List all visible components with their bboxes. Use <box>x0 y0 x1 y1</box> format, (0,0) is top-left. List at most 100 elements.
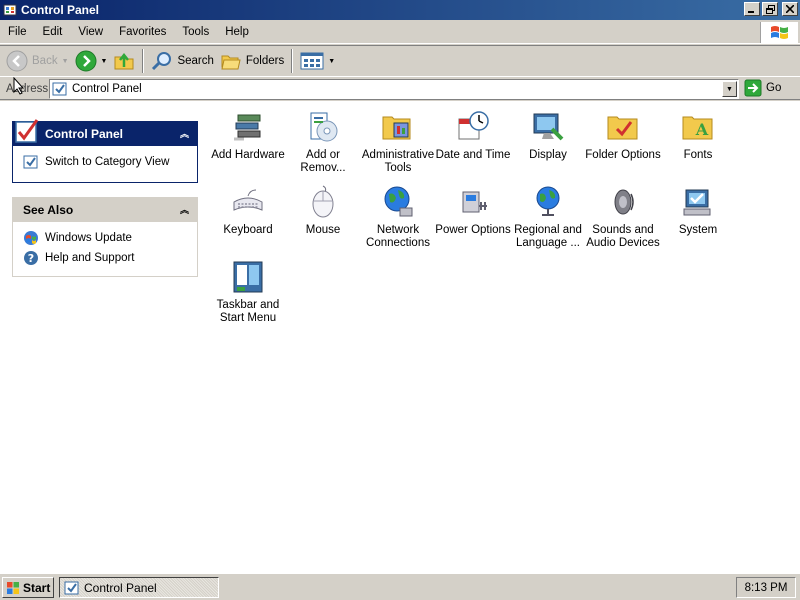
item-label: Fonts <box>683 149 713 161</box>
start-label: Start <box>23 580 51 595</box>
folders-icon <box>221 55 241 70</box>
menu-bar: File Edit View Favorites Tools Help <box>0 20 800 44</box>
svg-text:A: A <box>695 120 709 139</box>
item-regional-language[interactable]: Regional and Language ... <box>510 180 586 250</box>
system-icon <box>683 189 711 216</box>
go-arrow-icon <box>744 79 762 97</box>
restore-button[interactable] <box>762 2 778 16</box>
views-button[interactable]: ▼ <box>297 48 338 74</box>
windows-logo <box>760 22 798 43</box>
forward-button[interactable]: ▼ <box>72 48 111 74</box>
address-dropdown-button[interactable]: ▼ <box>722 81 737 97</box>
minimize-button[interactable] <box>744 2 760 16</box>
taskbar-start-menu-icon <box>233 261 263 293</box>
up-button[interactable] <box>110 48 138 74</box>
menu-favorites[interactable]: Favorites <box>111 26 174 38</box>
windows-flag-icon <box>7 581 19 594</box>
menu-help[interactable]: Help <box>217 26 257 38</box>
switch-category-view-link[interactable]: Switch to Category View <box>23 152 187 172</box>
see-also-title: See Also <box>23 203 74 217</box>
item-label: Sounds and Audio Devices <box>586 224 660 249</box>
item-label: Folder Options <box>585 149 661 161</box>
item-label: Administrative Tools <box>361 149 435 174</box>
help-support-link[interactable]: ? Help and Support <box>23 248 187 268</box>
forward-arrow-icon <box>75 50 97 72</box>
help-icon: ? <box>24 251 38 265</box>
item-folder-options[interactable]: Folder Options <box>585 105 661 162</box>
item-power-options[interactable]: Power Options <box>435 180 511 237</box>
control-panel-icon <box>23 155 38 169</box>
chevron-down-icon[interactable]: ▼ <box>328 58 335 65</box>
item-mouse[interactable]: Mouse <box>285 180 361 237</box>
item-fonts[interactable]: A Fonts <box>660 105 736 162</box>
menu-view[interactable]: View <box>70 26 111 38</box>
address-bar: Address Control Panel ▼ Go <box>0 78 800 100</box>
power-options-icon <box>462 191 487 213</box>
control-panel-icon <box>52 82 67 96</box>
window-title: Control Panel <box>21 3 100 17</box>
search-button[interactable]: Search <box>148 48 216 74</box>
item-label: Date and Time <box>435 149 511 161</box>
collapse-chevron-icon[interactable]: ︽ <box>180 127 189 140</box>
taskbar-item-control-panel[interactable]: Control Panel <box>59 577 219 598</box>
mouse-cursor-icon <box>13 77 25 95</box>
back-label: Back <box>32 55 58 67</box>
back-button[interactable]: Back ▼ <box>3 48 72 74</box>
item-add-remove-programs[interactable]: Add or Remov... <box>285 105 361 175</box>
item-network-connections[interactable]: Network Connections <box>360 180 436 250</box>
windows-update-link[interactable]: Windows Update <box>23 228 187 248</box>
chevron-down-icon[interactable]: ▼ <box>101 58 108 65</box>
collapse-chevron-icon[interactable]: ︽ <box>180 203 189 216</box>
item-label: Power Options <box>435 224 511 236</box>
item-label: Network Connections <box>366 224 430 249</box>
item-taskbar-start-menu[interactable]: Taskbar and Start Menu <box>210 255 286 325</box>
windows-update-icon <box>24 231 38 245</box>
folders-button[interactable]: Folders <box>217 48 287 74</box>
views-icon <box>300 52 324 70</box>
item-add-hardware[interactable]: Add Hardware <box>210 105 286 162</box>
taskbar: Start Control Panel 8:13 PM <box>0 573 800 600</box>
item-label: Taskbar and Start Menu <box>216 299 280 324</box>
item-label: Mouse <box>305 224 341 236</box>
chevron-down-icon[interactable]: ▼ <box>62 58 69 65</box>
item-label: Regional and Language ... <box>514 224 582 249</box>
minimize-icon <box>748 11 754 13</box>
network-connections-icon <box>384 186 413 217</box>
folders-label: Folders <box>245 55 285 67</box>
item-label: System <box>678 224 718 236</box>
item-label: Add or Remov... <box>300 149 346 174</box>
mouse-icon <box>312 185 334 218</box>
item-sounds-audio[interactable]: Sounds and Audio Devices <box>585 180 661 250</box>
item-label: Keyboard <box>223 224 273 236</box>
windows-flag-icon <box>770 25 788 39</box>
control-panel-pane-header[interactable]: Control Panel ︽ <box>13 119 197 146</box>
menu-edit[interactable]: Edit <box>35 26 71 38</box>
toolbar-separator <box>291 49 294 73</box>
see-also-pane: See Also ︽ Windows Update ? Help and Sup… <box>12 197 198 277</box>
see-also-pane-header[interactable]: See Also ︽ <box>13 198 197 222</box>
main-content: Control Panel ︽ Switch to Category View … <box>0 101 800 573</box>
sounds-audio-icon <box>614 189 634 215</box>
item-display[interactable]: Display <box>510 105 586 162</box>
search-label: Search <box>177 55 214 67</box>
item-administrative-tools[interactable]: Administrative Tools <box>360 105 436 175</box>
title-bar[interactable]: Control Panel <box>0 0 800 20</box>
add-hardware-icon <box>234 114 261 141</box>
folder-up-icon <box>114 52 134 70</box>
item-date-time[interactable]: Date and Time <box>435 105 511 162</box>
item-system[interactable]: System <box>660 180 736 237</box>
item-keyboard[interactable]: Keyboard <box>210 180 286 237</box>
control-panel-icon <box>64 581 79 594</box>
menu-tools[interactable]: Tools <box>174 26 217 38</box>
menu-file[interactable]: File <box>0 26 35 38</box>
close-button[interactable] <box>782 2 798 16</box>
help-support-label: Help and Support <box>45 252 135 264</box>
control-panel-task-pane: Control Panel ︽ Switch to Category View <box>12 119 198 183</box>
start-button[interactable]: Start <box>2 577 54 598</box>
go-button[interactable]: Go <box>744 79 781 97</box>
control-panel-icon <box>3 4 17 16</box>
display-icon <box>533 113 564 141</box>
clock[interactable]: 8:13 PM <box>745 582 788 594</box>
address-field[interactable]: Control Panel ▼ <box>49 79 739 99</box>
go-label: Go <box>766 82 782 94</box>
